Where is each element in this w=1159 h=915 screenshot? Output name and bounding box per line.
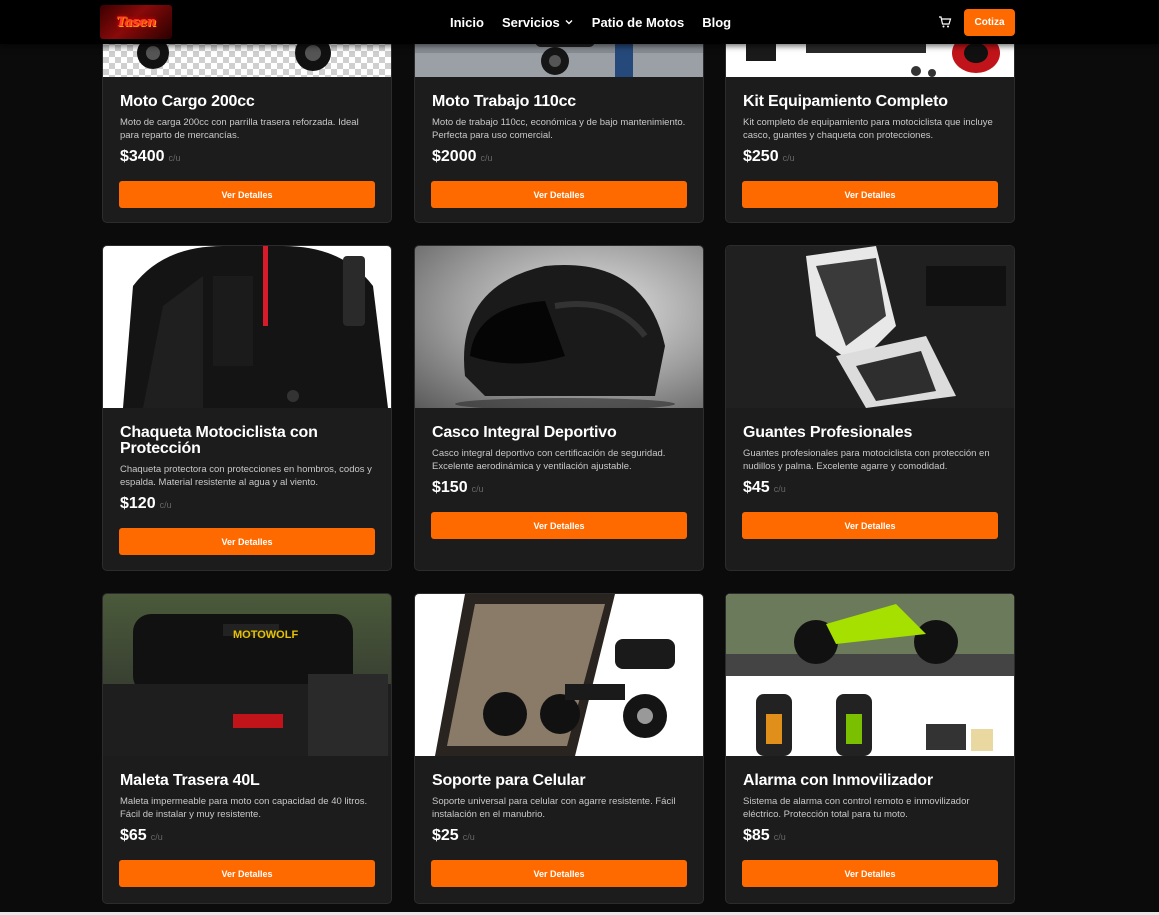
product-price: $150 [432, 479, 468, 496]
svg-text:MOTOWOLF: MOTOWOLF [233, 629, 298, 641]
ver-detalles-button[interactable]: Ver Detalles [431, 860, 687, 887]
product-title: Maleta Trasera 40L [120, 772, 260, 789]
product-image [726, 246, 1014, 408]
nav-links: Inicio Servicios Patio de Motos Blog [450, 0, 731, 44]
product-card[interactable]: Casco Integral Deportivo Casco integral … [414, 245, 704, 571]
cotiza-button[interactable]: Cotiza [964, 9, 1015, 36]
product-card[interactable]: Guantes Profesionales Guantes profesiona… [725, 245, 1015, 571]
product-title: Moto Trabajo 110cc [432, 93, 577, 110]
cart-icon[interactable] [938, 15, 952, 29]
product-description: Chaqueta protectora con protecciones en … [120, 464, 372, 488]
price-unit: c/u [480, 153, 493, 163]
ver-detalles-button[interactable]: Ver Detalles [742, 512, 998, 539]
gloves-icon [726, 246, 1014, 408]
phone-mount-icon [435, 594, 675, 756]
ver-detalles-button[interactable]: Ver Detalles [742, 860, 998, 887]
product-description: Casco integral deportivo con certificaci… [432, 448, 666, 472]
product-image [726, 594, 1014, 756]
product-title: Alarma con Inmovilizador [743, 772, 933, 789]
product-card[interactable]: Chaqueta Motociclista con Protección Cha… [102, 245, 392, 571]
navbar: Tasen Inicio Servicios Patio de Motos Bl… [0, 0, 1159, 44]
nav-link-inicio[interactable]: Inicio [450, 15, 484, 30]
price-unit: c/u [150, 832, 163, 842]
product-title: Soporte para Celular [432, 772, 586, 789]
price-unit: c/u [773, 484, 786, 494]
product-price: $65 [120, 827, 147, 844]
product-image [415, 594, 703, 756]
ver-detalles-button[interactable]: Ver Detalles [431, 181, 687, 208]
chevron-down-icon [565, 20, 573, 25]
product-price: $120 [120, 495, 156, 512]
helmet-icon [455, 265, 675, 408]
price-unit: c/u [462, 832, 475, 842]
nav-link-blog[interactable]: Blog [702, 15, 731, 30]
price-unit: c/u [168, 153, 181, 163]
product-image: MOTOWOLF [103, 594, 391, 756]
alarm-remote-icon [726, 594, 1014, 756]
nav-link-patio-de-motos[interactable]: Patio de Motos [592, 15, 684, 30]
product-image [103, 246, 391, 408]
product-title: Chaqueta Motociclista con Protección [120, 424, 318, 457]
product-card[interactable]: Alarma con Inmovilizador Sistema de alar… [725, 593, 1015, 904]
product-image [415, 246, 703, 408]
product-price: $85 [743, 827, 770, 844]
product-description: Maleta impermeable para moto con capacid… [120, 796, 368, 820]
product-title: Guantes Profesionales [743, 424, 913, 441]
nav-link-servicios[interactable]: Servicios [502, 15, 574, 30]
product-price: $45 [743, 479, 770, 496]
ver-detalles-button[interactable]: Ver Detalles [742, 181, 998, 208]
product-title: Casco Integral Deportivo [432, 424, 617, 441]
price-unit: c/u [471, 484, 484, 494]
ver-detalles-button[interactable]: Ver Detalles [119, 181, 375, 208]
product-description: Soporte universal para celular con agarr… [432, 796, 676, 820]
product-description: Kit completo de equipamiento para motoci… [743, 117, 993, 141]
nav-link-label: Servicios [501, 14, 560, 30]
product-description: Moto de trabajo 110cc, económica y de ba… [432, 117, 686, 141]
product-description: Moto de carga 200cc con parrilla trasera… [120, 117, 359, 141]
ver-detalles-button[interactable]: Ver Detalles [119, 528, 375, 555]
tail-bag-icon: MOTOWOLF [103, 614, 391, 756]
product-grid: Moto Cargo 200cc Moto de carga 200cc con… [0, 0, 1159, 915]
product-price: $25 [432, 827, 459, 844]
product-title: Kit Equipamiento Completo [743, 93, 948, 110]
price-unit: c/u [773, 832, 786, 842]
product-description: Sistema de alarma con control remoto e i… [743, 796, 970, 820]
product-price: $3400 [120, 148, 165, 165]
logo-text: Tasen [116, 14, 156, 30]
jacket-icon [123, 246, 388, 408]
price-unit: c/u [159, 500, 172, 510]
product-price: $250 [743, 148, 779, 165]
logo[interactable]: Tasen [100, 5, 172, 39]
product-price: $2000 [432, 148, 477, 165]
product-description: Guantes profesionales para motociclista … [743, 448, 990, 472]
ver-detalles-button[interactable]: Ver Detalles [119, 860, 375, 887]
product-card[interactable]: Soporte para Celular Soporte universal p… [414, 593, 704, 904]
price-unit: c/u [782, 153, 795, 163]
product-card[interactable]: MOTOWOLF Maleta Trasera 40L Maleta imper… [102, 593, 392, 904]
ver-detalles-button[interactable]: Ver Detalles [431, 512, 687, 539]
product-title: Moto Cargo 200cc [120, 93, 255, 110]
